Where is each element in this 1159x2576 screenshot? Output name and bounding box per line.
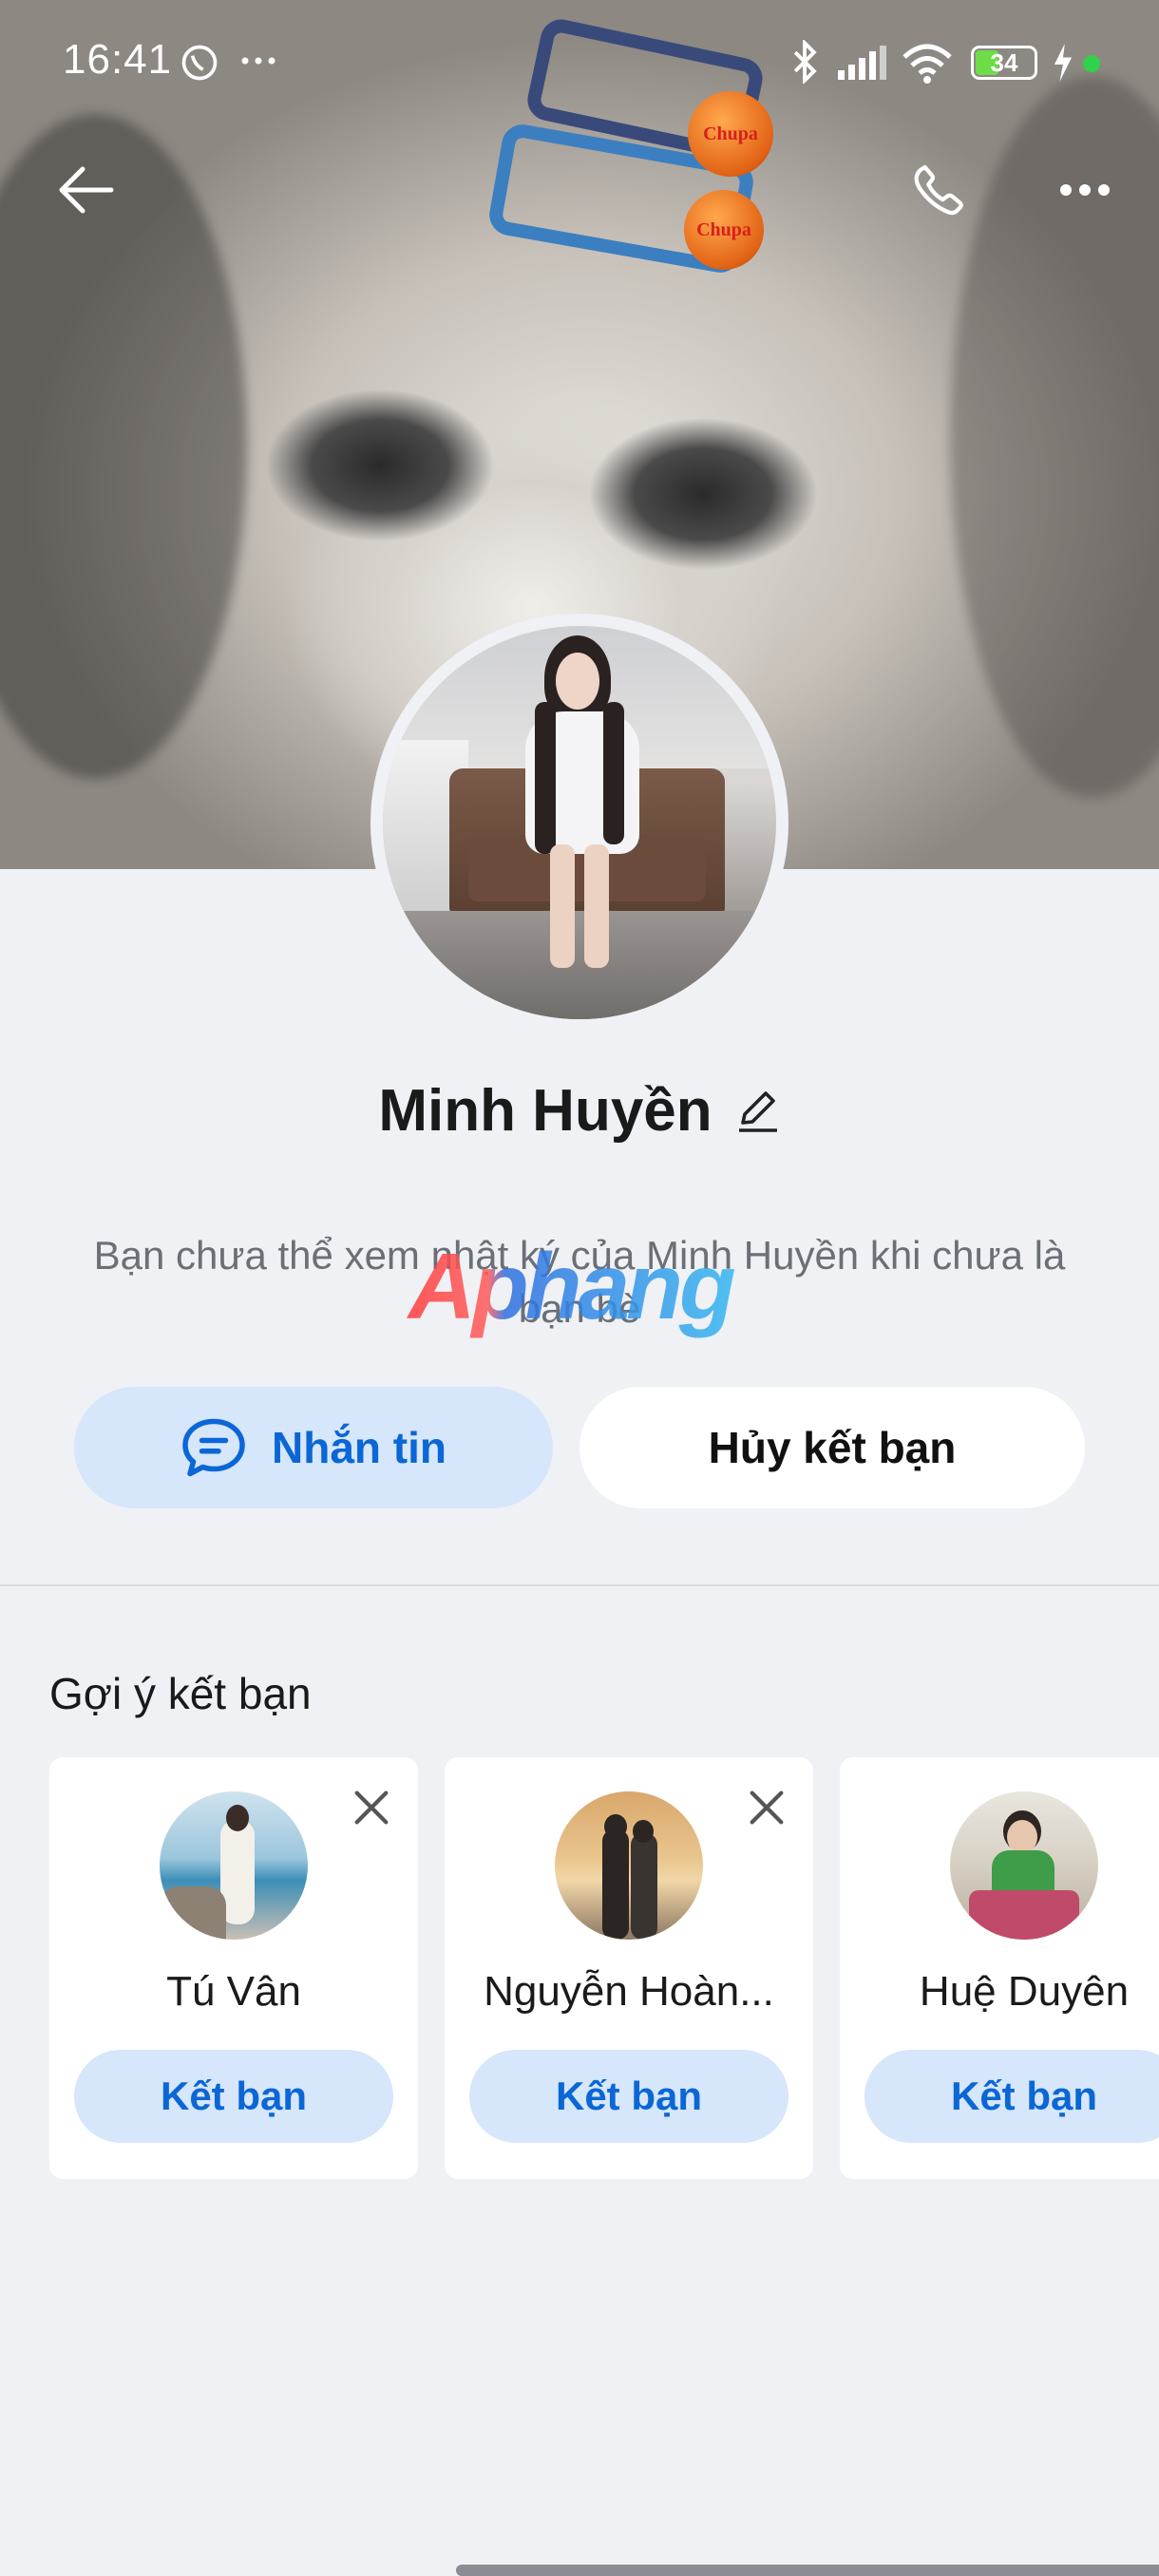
profile-avatar[interactable] xyxy=(370,614,788,1032)
more-horizontal-icon xyxy=(1060,184,1110,196)
add-friend-button[interactable]: Kết bạn xyxy=(469,2050,788,2143)
dismiss-suggestion-close-icon[interactable] xyxy=(350,1786,393,1829)
profile-name: Minh Huyền xyxy=(378,1078,712,1144)
more-options-button[interactable] xyxy=(1047,152,1123,228)
suggestion-card[interactable]: Tú Vân Kết bạn xyxy=(49,1757,418,2179)
back-button[interactable] xyxy=(48,152,124,228)
charging-icon xyxy=(1054,44,1073,82)
avatar-photo xyxy=(383,626,776,1019)
add-friend-button[interactable]: Kết bạn xyxy=(74,2050,393,2143)
watermark-logo-graphic: Aphang xyxy=(406,1234,739,1338)
suggestion-avatar[interactable] xyxy=(555,1791,703,1940)
watermark-logo: Aphang xyxy=(405,1234,756,1339)
friend-suggestions-title: Gợi ý kết bạn xyxy=(49,1669,312,1718)
suggestion-name: Tú Vân xyxy=(166,1968,301,2015)
cover-shadow-left xyxy=(0,114,247,779)
chat-bubble-icon xyxy=(182,1418,245,1477)
unfriend-button[interactable]: Hủy kết bạn xyxy=(580,1387,1085,1508)
phone-icon xyxy=(914,164,963,216)
whatsapp-icon xyxy=(181,45,218,81)
status-bar: 16:41 34 xyxy=(0,0,1159,123)
message-button[interactable]: Nhắn tin xyxy=(74,1387,553,1508)
add-friend-button[interactable]: Kết bạn xyxy=(864,2050,1159,2143)
suggestion-card[interactable]: Huệ Duyên Kết bạn xyxy=(840,1757,1159,2179)
wifi-icon xyxy=(902,44,952,84)
unfriend-button-label: Hủy kết bạn xyxy=(708,1423,957,1472)
status-time: 16:41 xyxy=(63,36,173,83)
suggestion-card[interactable]: Nguyễn Hoàn... Kết bạn xyxy=(445,1757,813,2179)
suggestion-name: Huệ Duyên xyxy=(919,1968,1130,2015)
suggestion-avatar[interactable] xyxy=(160,1791,308,1940)
suggestion-avatar[interactable] xyxy=(950,1791,1098,1940)
back-arrow-icon xyxy=(59,166,114,214)
section-divider xyxy=(0,1584,1159,1586)
signal-icon xyxy=(838,46,886,80)
candy-logo: Chupa xyxy=(684,190,764,270)
battery-icon: 34 xyxy=(971,46,1037,80)
battery-level: 34 xyxy=(990,48,1018,77)
dismiss-suggestion-close-icon[interactable] xyxy=(745,1786,788,1829)
bluetooth-icon xyxy=(793,40,817,84)
more-notifications-icon xyxy=(241,57,276,65)
edit-pencil-icon[interactable] xyxy=(735,1087,781,1136)
call-button[interactable] xyxy=(901,152,977,228)
profile-name-row: Minh Huyền xyxy=(0,1077,1159,1145)
suggestion-name: Nguyễn Hoàn... xyxy=(484,1968,774,2015)
home-indicator[interactable] xyxy=(456,2565,1159,2576)
message-button-label: Nhắn tin xyxy=(272,1423,446,1472)
privacy-indicator-dot xyxy=(1083,55,1100,72)
svg-text:Aphang: Aphang xyxy=(406,1235,735,1338)
